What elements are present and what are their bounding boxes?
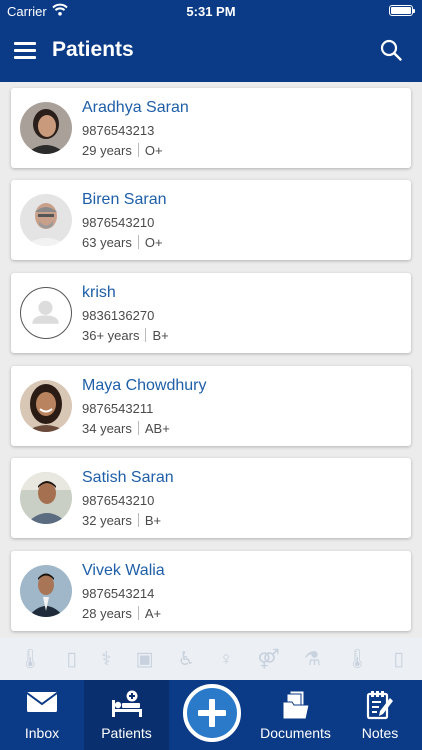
divider [137,513,139,527]
default-avatar-icon [20,287,72,339]
wheelchair-icon: ♿ [177,648,195,670]
divider [137,235,139,249]
patient-bed-icon [110,690,144,723]
caduceus-icon: ⚕ [101,648,112,670]
tab-label: Inbox [24,725,60,741]
patient-card[interactable]: Biren Saran 9876543210 63 years O+ [11,180,411,260]
patient-age: 36+ years [82,328,140,343]
flask-icon: ⚗ [303,648,321,670]
patient-name[interactable]: Vivek Walia [82,562,165,580]
patient-name[interactable]: Biren Saran [82,191,167,209]
patient-phone: 9836136270 [82,308,155,323]
patient-phone: 9876543210 [82,215,155,230]
search-icon[interactable] [380,39,402,66]
avatar [20,380,72,432]
patient-meta: 29 years O+ [82,143,163,158]
patient-blood-group: A+ [144,606,162,621]
thermometer-icon: 🌡 [345,648,370,670]
patient-name[interactable]: krish [82,284,116,302]
ribbon-icon: ▯ [393,648,404,670]
patient-age: 63 years [82,235,132,250]
patient-meta: 34 years AB+ [82,421,170,436]
decorative-medical-pattern: 🌡 ▯ ⚕ ▣ ♿ ♀ ⚤ ⚗ 🌡 ▯ [0,638,422,680]
patient-phone: 9876543211 [82,401,154,416]
patient-blood-group: B+ [144,513,162,528]
mail-icon [26,690,58,719]
patient-blood-group: B+ [152,328,169,343]
hamburger-menu-icon[interactable] [14,42,36,60]
page-title: Patients [52,38,134,61]
patient-phone: 9876543214 [82,586,155,601]
battery-icon [389,5,415,16]
tab-documents[interactable]: Documents [253,680,338,750]
thermometer-icon: 🌡 [18,648,43,670]
patient-phone: 9876543213 [82,123,155,138]
patient-name[interactable]: Satish Saran [82,469,174,487]
female-icon: ♀ [218,648,234,670]
avatar [20,194,72,246]
divider [145,328,147,342]
patient-meta: 28 years A+ [82,606,161,621]
patient-card[interactable]: Satish Saran 9876543210 32 years B+ [11,458,411,538]
patient-meta: 32 years B+ [82,513,161,528]
notes-icon [366,690,394,725]
patient-card[interactable]: Aradhya Saran 9876543213 29 years O+ [11,88,411,168]
tab-notes[interactable]: Notes [338,680,422,750]
patient-age: 32 years [82,513,132,528]
tab-patients[interactable]: Patients [84,680,169,750]
patient-blood-group: O+ [144,143,163,158]
gender-icon: ⚤ [257,648,280,670]
patient-meta: 36+ years B+ [82,328,169,343]
ribbon-icon: ▯ [66,648,77,670]
patient-name[interactable]: Maya Chowdhury [82,377,207,395]
avatar [20,565,72,617]
nav-bar: Patients [0,22,422,82]
add-circle-icon[interactable] [183,684,241,742]
patient-meta: 63 years O+ [82,235,163,250]
divider [137,143,139,157]
clock: 5:31 PM [186,4,236,19]
patient-list: Aradhya Saran 9876543213 29 years O+ Bire… [0,82,422,638]
avatar [20,472,72,524]
patient-blood-group: AB+ [144,421,170,436]
patient-card[interactable]: Vivek Walia 9876543214 28 years A+ [11,551,411,631]
divider [137,421,139,435]
tab-label: Patients [101,725,152,741]
patient-card[interactable]: Maya Chowdhury 9876543211 34 years AB+ [11,366,411,446]
patient-card[interactable]: krish 9836136270 36+ years B+ [11,273,411,353]
tab-label: Notes [361,725,399,741]
tab-inbox[interactable]: Inbox [0,680,84,750]
status-bar: Carrier 5:31 PM [0,0,422,22]
patient-age: 28 years [82,606,132,621]
patient-phone: 9876543210 [82,493,155,508]
documents-icon [282,690,310,725]
avatar [20,102,72,154]
patient-name[interactable]: Aradhya Saran [82,99,189,117]
scale-icon: ▣ [135,648,154,670]
patient-age: 29 years [82,143,132,158]
patient-age: 34 years [82,421,132,436]
tab-label: Documents [260,725,331,741]
patient-blood-group: O+ [144,235,163,250]
divider [137,606,139,620]
